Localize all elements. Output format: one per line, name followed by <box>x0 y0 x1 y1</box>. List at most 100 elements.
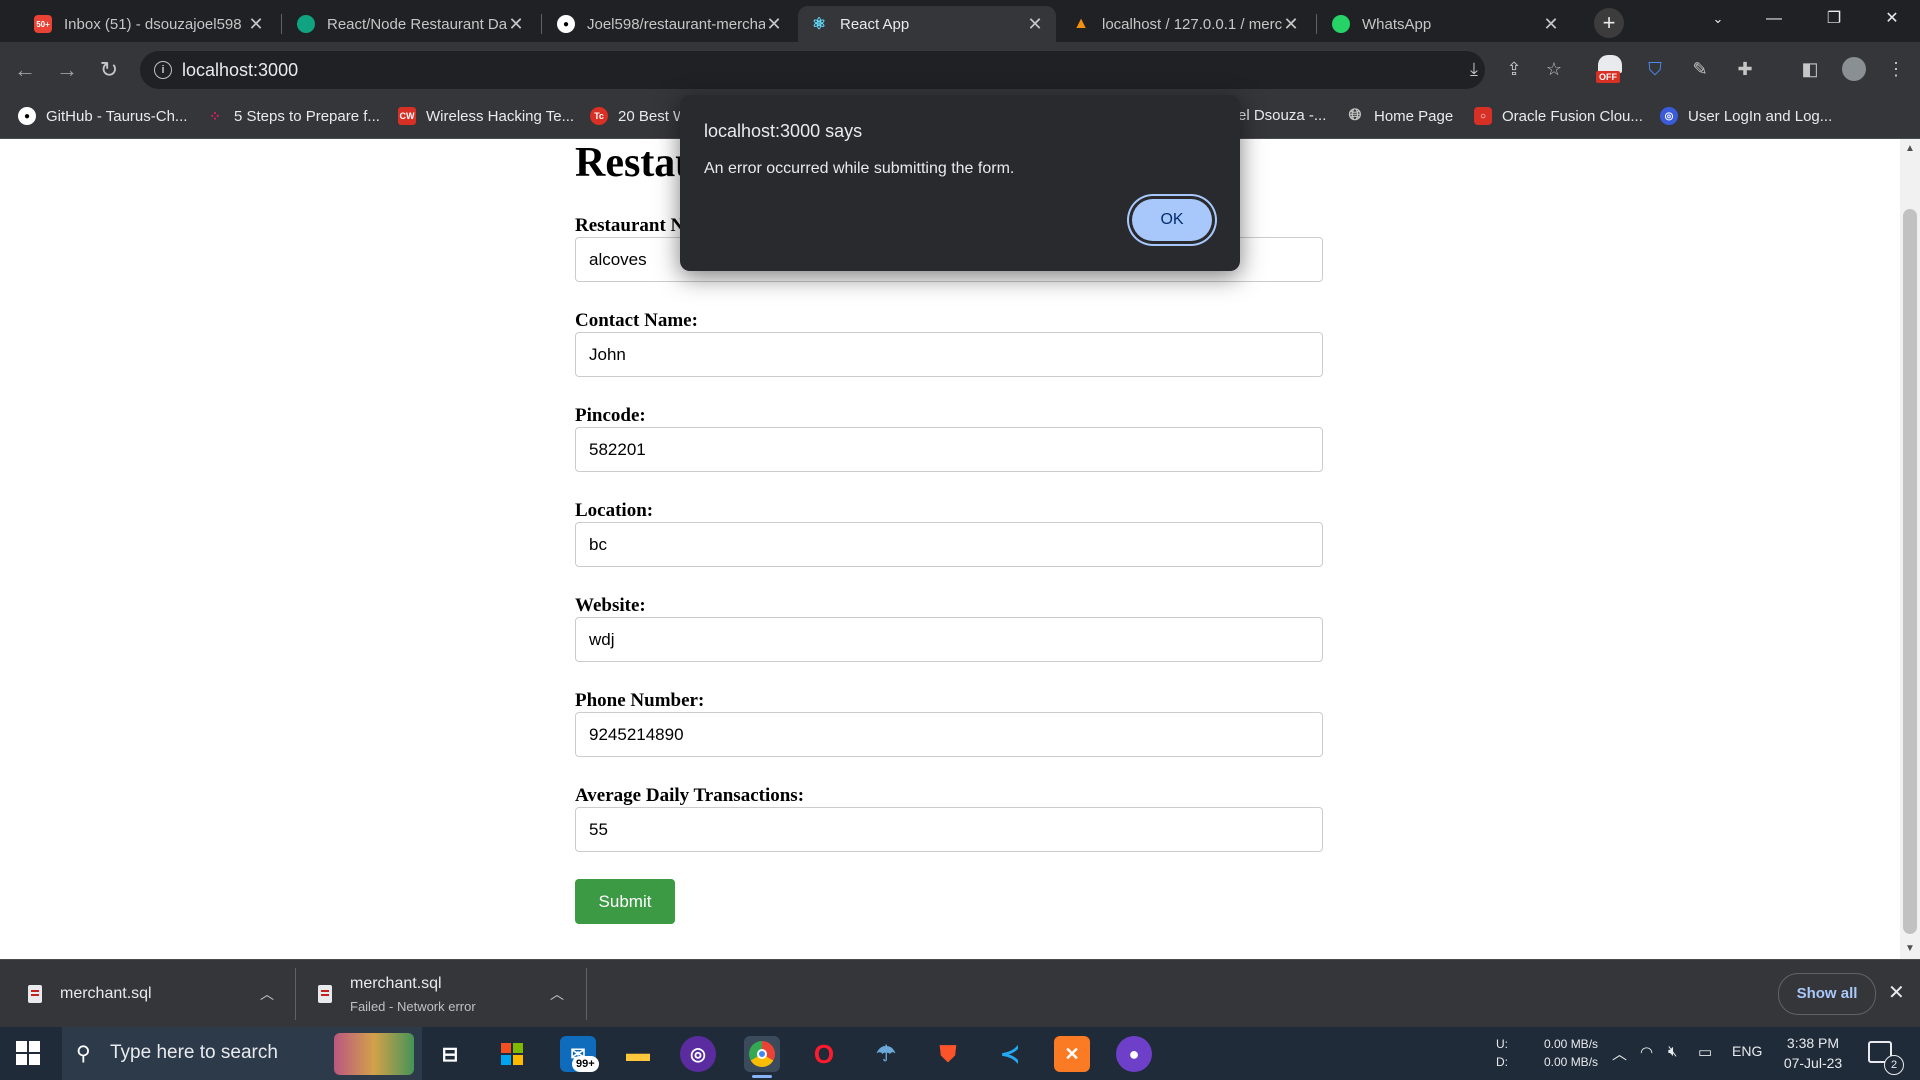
xampp-icon[interactable]: ✕ <box>1054 1036 1090 1072</box>
volume-muted-icon[interactable]: 🔇︎ <box>1668 1043 1677 1060</box>
download-filename: merchant.sql <box>350 974 442 992</box>
system-clock[interactable]: 3:38 PM 07-Jul-23 <box>1778 1033 1848 1073</box>
globe-icon: 🌐︎ <box>1348 107 1362 124</box>
file-explorer-icon[interactable]: ▬ <box>620 1036 656 1072</box>
phone-number-input[interactable]: 9245214890 <box>575 712 1323 757</box>
extension-off-icon[interactable]: OFF <box>1596 55 1622 83</box>
bookmark-item[interactable]: CW Wireless Hacking Te... <box>398 107 574 125</box>
scroll-down-icon[interactable]: ▼ <box>1900 943 1920 954</box>
tab-github[interactable]: ● Joel598/restaurant-merchant ✕ <box>545 6 795 42</box>
tc-icon: Tc <box>590 107 608 125</box>
website-input[interactable]: wdj <box>575 617 1323 662</box>
menu-kebab-icon[interactable]: ⋮ <box>1884 57 1908 81</box>
profile-avatar[interactable] <box>1842 57 1866 81</box>
website-label: Website: <box>575 595 646 616</box>
site-info-icon[interactable]: i <box>154 61 172 79</box>
taskbar-search[interactable]: ⚲ Type here to search <box>62 1027 422 1080</box>
tab-chatgpt[interactable]: React/Node Restaurant Data ✕ <box>285 6 537 42</box>
tab-whatsapp[interactable]: WhatsApp ✕ <box>1320 6 1572 42</box>
tab-title: Joel598/restaurant-merchant <box>587 15 765 33</box>
extensions-puzzle-icon[interactable]: ✚ <box>1733 57 1757 81</box>
close-icon[interactable]: ✕ <box>765 14 783 35</box>
download-item[interactable]: merchant.sql ︿ <box>28 960 278 1028</box>
language-indicator[interactable]: ENG <box>1732 1043 1762 1059</box>
url-text[interactable]: localhost:3000 <box>182 60 298 81</box>
file-icon <box>318 985 332 1003</box>
close-window-button[interactable]: ✕ <box>1864 0 1920 40</box>
vscode-icon[interactable]: ≺ <box>992 1036 1028 1072</box>
microsoft-store-icon[interactable] <box>494 1036 530 1072</box>
gmail-icon: 50+ <box>34 15 52 33</box>
tab-separator <box>1316 14 1317 34</box>
wifi-icon[interactable]: ◠ <box>1640 1043 1653 1061</box>
download-item[interactable]: merchant.sql Failed - Network error ︿ <box>318 960 568 1028</box>
close-icon[interactable]: ✕ <box>247 14 265 35</box>
battery-icon[interactable]: ▭ <box>1698 1043 1712 1061</box>
scroll-thumb[interactable] <box>1903 209 1917 934</box>
bookmark-item[interactable]: ● GitHub - Taurus-Ch... <box>18 107 187 125</box>
upload-label: U: <box>1496 1037 1508 1051</box>
chevron-up-icon[interactable]: ︿ <box>260 984 274 1004</box>
tab-gmail[interactable]: 50+ Inbox (51) - dsouzajoel598 ✕ <box>22 6 277 42</box>
close-icon[interactable]: ✕ <box>1026 14 1044 35</box>
pincode-input[interactable]: 582201 <box>575 427 1323 472</box>
bookmark-star-icon[interactable]: ☆ <box>1542 57 1566 81</box>
slack-icon: ⁘ <box>209 107 221 124</box>
windows-taskbar: ⚲ Type here to search ⊟ ✉ 99+ ▬ ◎ O ☂ ⛊ … <box>0 1027 1920 1080</box>
restore-button[interactable]: ❐ <box>1806 0 1862 40</box>
shield-extension-icon[interactable]: ⛉ <box>1643 57 1667 81</box>
github-desktop-icon[interactable]: ● <box>1116 1036 1152 1072</box>
contact-name-input[interactable]: John <box>575 332 1323 377</box>
restaurant-name-label: Restaurant N <box>575 215 685 236</box>
bookmark-item[interactable]: 🌐︎ Home Page <box>1346 107 1454 125</box>
avg-daily-transactions-input[interactable]: 55 <box>575 807 1323 852</box>
install-app-icon[interactable]: ⤓ <box>1462 57 1486 81</box>
new-tab-button[interactable]: + <box>1594 8 1624 38</box>
bookmark-label: 5 Steps to Prepare f... <box>234 107 380 125</box>
bookmark-item[interactable]: el Dsouza -... <box>1238 107 1326 124</box>
close-icon[interactable]: ✕ <box>1542 14 1560 35</box>
address-bar[interactable]: i localhost:3000 <box>140 51 1485 89</box>
chrome-icon[interactable] <box>744 1036 780 1078</box>
bookmark-label: Home Page <box>1374 107 1454 125</box>
ok-button[interactable]: OK <box>1132 199 1212 241</box>
task-view-icon[interactable]: ⊟ <box>432 1036 468 1072</box>
tab-strip: 50+ Inbox (51) - dsouzajoel598 ✕ React/N… <box>0 0 1920 42</box>
app-icon-2[interactable]: ☂ <box>868 1036 904 1072</box>
bookmark-label: User LogIn and Log... <box>1688 107 1833 125</box>
bookmark-item[interactable]: ◎ User LogIn and Log... <box>1660 107 1832 125</box>
mail-icon[interactable]: ✉ 99+ <box>560 1036 599 1072</box>
side-panel-icon[interactable]: ◧ <box>1798 57 1822 81</box>
brave-icon[interactable]: ⛊ <box>930 1036 966 1072</box>
tab-search-icon[interactable]: ⌄ <box>1690 0 1746 40</box>
bookmark-item[interactable]: Tc 20 Best W <box>590 107 687 125</box>
bookmark-item[interactable]: ○ Oracle Fusion Clou... <box>1474 107 1643 125</box>
back-icon[interactable]: ← <box>12 57 38 83</box>
bookmark-item[interactable]: ⁘ 5 Steps to Prepare f... <box>206 107 380 125</box>
windows-start-icon[interactable] <box>16 1041 40 1065</box>
app-icon[interactable]: ◎ <box>680 1036 716 1072</box>
share-icon[interactable]: ⇪ <box>1502 57 1526 81</box>
chevron-up-icon[interactable]: ︿ <box>550 984 564 1004</box>
submit-button[interactable]: Submit <box>575 879 675 924</box>
bookmark-label: GitHub - Taurus-Ch... <box>46 107 188 125</box>
show-hidden-icons-chevron[interactable]: ︿ <box>1612 1043 1627 1064</box>
minimize-button[interactable]: — <box>1746 0 1802 40</box>
reload-icon[interactable]: ↻ <box>96 57 122 83</box>
close-icon[interactable]: ✕ <box>1282 14 1300 35</box>
forward-icon[interactable]: → <box>54 57 80 83</box>
close-downloads-icon[interactable]: ✕ <box>1888 980 1905 1005</box>
scroll-up-icon[interactable]: ▲ <box>1900 143 1920 154</box>
tab-separator <box>281 14 282 34</box>
show-all-button[interactable]: Show all <box>1778 973 1876 1015</box>
clock-time: 3:38 PM <box>1786 1035 1840 1051</box>
page-scrollbar[interactable]: ▲ ▼ <box>1900 139 1920 959</box>
tab-phpmyadmin[interactable]: ▲ localhost / 127.0.0.1 / merchant ✕ <box>1060 6 1312 42</box>
extension-icon[interactable]: ✎ <box>1688 57 1712 81</box>
location-input[interactable]: bc <box>575 522 1323 567</box>
clock-date: 07-Jul-23 <box>1783 1055 1843 1071</box>
tab-react-app[interactable]: ⚛ React App ✕ <box>798 6 1056 42</box>
download-separator <box>586 968 587 1020</box>
close-icon[interactable]: ✕ <box>507 14 525 35</box>
opera-icon[interactable]: O <box>806 1036 842 1072</box>
